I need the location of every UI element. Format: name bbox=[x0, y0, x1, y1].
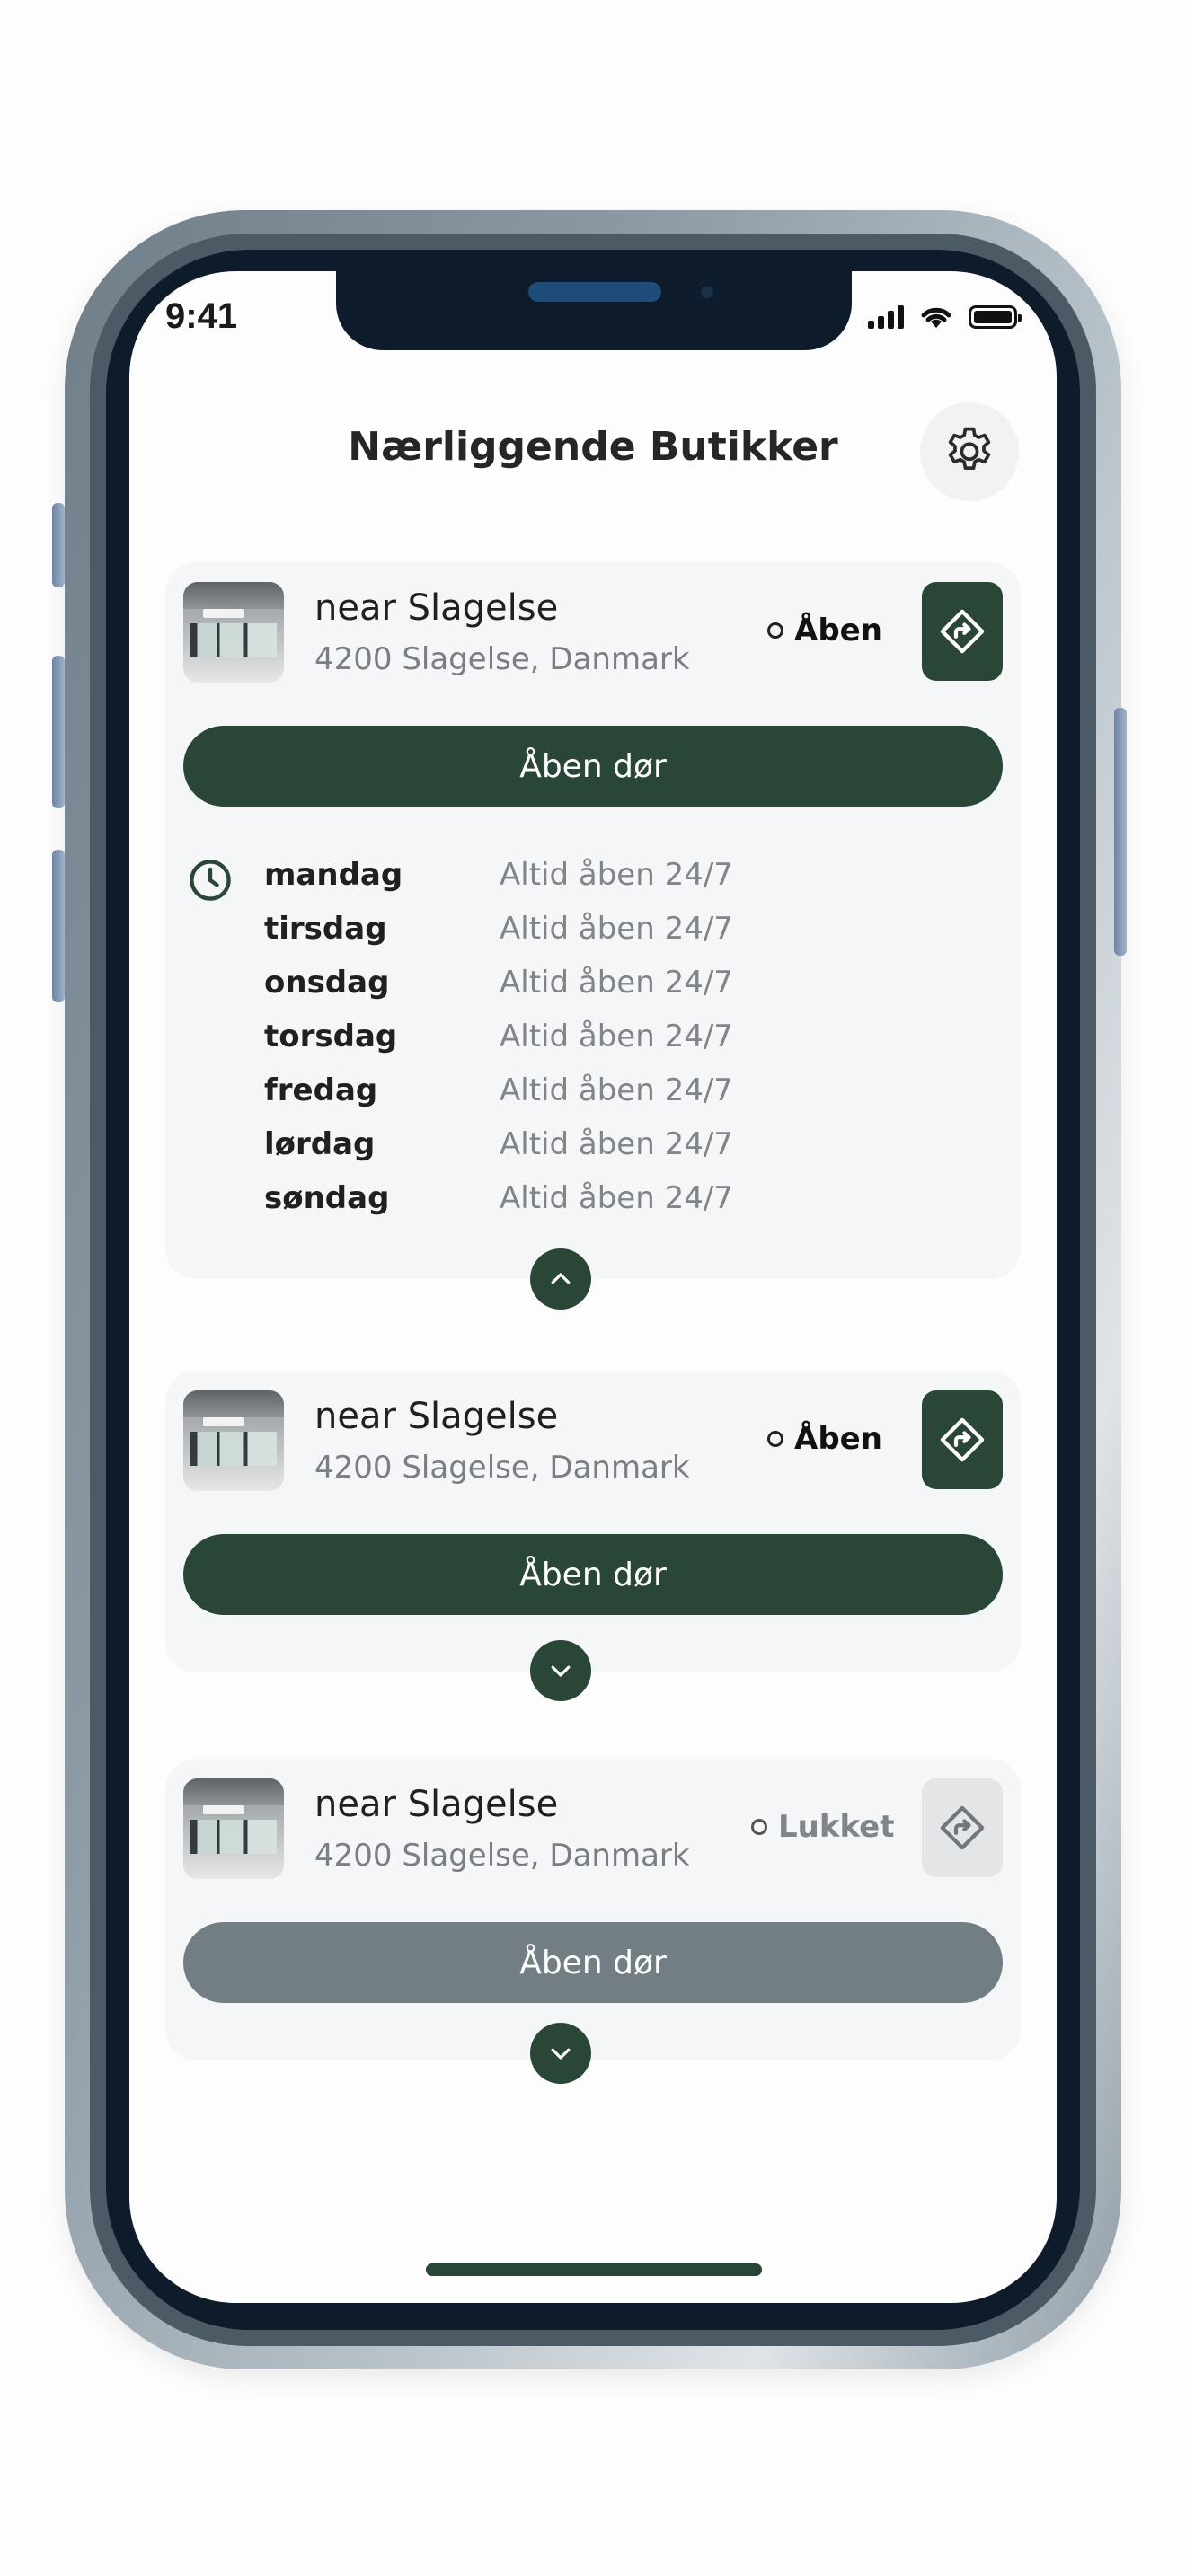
store-name: near Slagelse bbox=[314, 587, 559, 629]
day-label: fredag bbox=[264, 1072, 378, 1108]
store-address: 4200 Slagelse, Danmark bbox=[314, 641, 690, 677]
hours-value: Altid åben 24/7 bbox=[500, 1019, 733, 1054]
clock-icon bbox=[190, 860, 231, 901]
hours-row: søndag Altid åben 24/7 bbox=[264, 1180, 983, 1234]
silent-switch bbox=[52, 503, 65, 587]
app-screen: 9:41 Nærliggende Butikker near Slagelse … bbox=[129, 271, 1057, 2303]
front-camera bbox=[695, 280, 719, 304]
hours-row: fredag Altid åben 24/7 bbox=[264, 1072, 983, 1126]
day-label: mandag bbox=[264, 857, 403, 893]
directions-button[interactable] bbox=[922, 1778, 1003, 1877]
open-door-button[interactable]: Åben dør bbox=[183, 1534, 1003, 1615]
expand-button[interactable] bbox=[530, 2023, 591, 2084]
day-label: onsdag bbox=[264, 965, 390, 1001]
store-status: Lukket bbox=[751, 1809, 895, 1845]
directions-icon bbox=[940, 1417, 985, 1462]
collapse-button[interactable] bbox=[530, 1248, 591, 1310]
directions-button[interactable] bbox=[922, 1390, 1003, 1489]
hours-value: Altid åben 24/7 bbox=[500, 965, 733, 1001]
store-card-1: near Slagelse 4200 Slagelse, Danmark Åbe… bbox=[165, 562, 1021, 1279]
store-name: near Slagelse bbox=[314, 1396, 559, 1437]
hours-row: tirsdag Altid åben 24/7 bbox=[264, 911, 983, 965]
hours-value: Altid åben 24/7 bbox=[500, 911, 733, 947]
day-label: tirsdag bbox=[264, 911, 387, 947]
gear-icon bbox=[948, 427, 991, 470]
status-label: Lukket bbox=[778, 1809, 895, 1845]
expand-button[interactable] bbox=[530, 1640, 591, 1701]
volume-up-button bbox=[52, 656, 65, 808]
store-address: 4200 Slagelse, Danmark bbox=[314, 1450, 690, 1486]
hours-row: onsdag Altid åben 24/7 bbox=[264, 965, 983, 1019]
home-indicator bbox=[426, 2263, 762, 2276]
day-label: torsdag bbox=[264, 1019, 398, 1054]
store-status: Åben bbox=[767, 1421, 882, 1457]
wifi-icon bbox=[921, 307, 951, 328]
open-door-button[interactable]: Åben dør bbox=[183, 1922, 1003, 2003]
volume-down-button bbox=[52, 850, 65, 1002]
store-card-2: near Slagelse 4200 Slagelse, Danmark Åbe… bbox=[165, 1371, 1021, 1672]
store-thumbnail bbox=[183, 1390, 284, 1491]
store-thumbnail bbox=[183, 582, 284, 683]
hours-value: Altid åben 24/7 bbox=[500, 857, 733, 893]
page-title: Nærliggende Butikker bbox=[348, 424, 838, 470]
chevron-down-icon bbox=[551, 2048, 571, 2060]
hours-value: Altid åben 24/7 bbox=[500, 1072, 733, 1108]
speaker bbox=[528, 282, 661, 302]
store-name: near Slagelse bbox=[314, 1784, 559, 1825]
status-dot-icon bbox=[767, 1431, 783, 1447]
hours-row: mandag Altid åben 24/7 bbox=[264, 857, 983, 911]
status-label: Åben bbox=[794, 613, 882, 648]
settings-button[interactable] bbox=[920, 402, 1019, 501]
directions-button[interactable] bbox=[922, 582, 1003, 681]
status-label: Åben bbox=[794, 1421, 882, 1457]
power-button bbox=[1114, 708, 1127, 956]
directions-icon bbox=[940, 1805, 985, 1850]
day-label: lørdag bbox=[264, 1126, 376, 1162]
store-card-3: near Slagelse 4200 Slagelse, Danmark Luk… bbox=[165, 1759, 1021, 2060]
cellular-signal-icon bbox=[868, 305, 904, 329]
hours-value: Altid åben 24/7 bbox=[500, 1180, 733, 1216]
store-address: 4200 Slagelse, Danmark bbox=[314, 1838, 690, 1874]
status-dot-icon bbox=[767, 622, 783, 639]
store-thumbnail bbox=[183, 1778, 284, 1879]
chevron-up-icon bbox=[551, 1273, 571, 1284]
hours-row: torsdag Altid åben 24/7 bbox=[264, 1019, 983, 1072]
hours-value: Altid åben 24/7 bbox=[500, 1126, 733, 1162]
hours-row: lørdag Altid åben 24/7 bbox=[264, 1126, 983, 1180]
notch bbox=[336, 271, 852, 350]
status-dot-icon bbox=[751, 1819, 767, 1835]
store-status: Åben bbox=[767, 613, 882, 648]
open-door-button[interactable]: Åben dør bbox=[183, 726, 1003, 807]
status-time: 9:41 bbox=[165, 296, 238, 336]
chevron-down-icon bbox=[551, 1665, 571, 1677]
directions-icon bbox=[940, 609, 985, 654]
day-label: søndag bbox=[264, 1180, 390, 1216]
status-icons bbox=[868, 304, 1022, 331]
battery-icon bbox=[969, 305, 1022, 329]
